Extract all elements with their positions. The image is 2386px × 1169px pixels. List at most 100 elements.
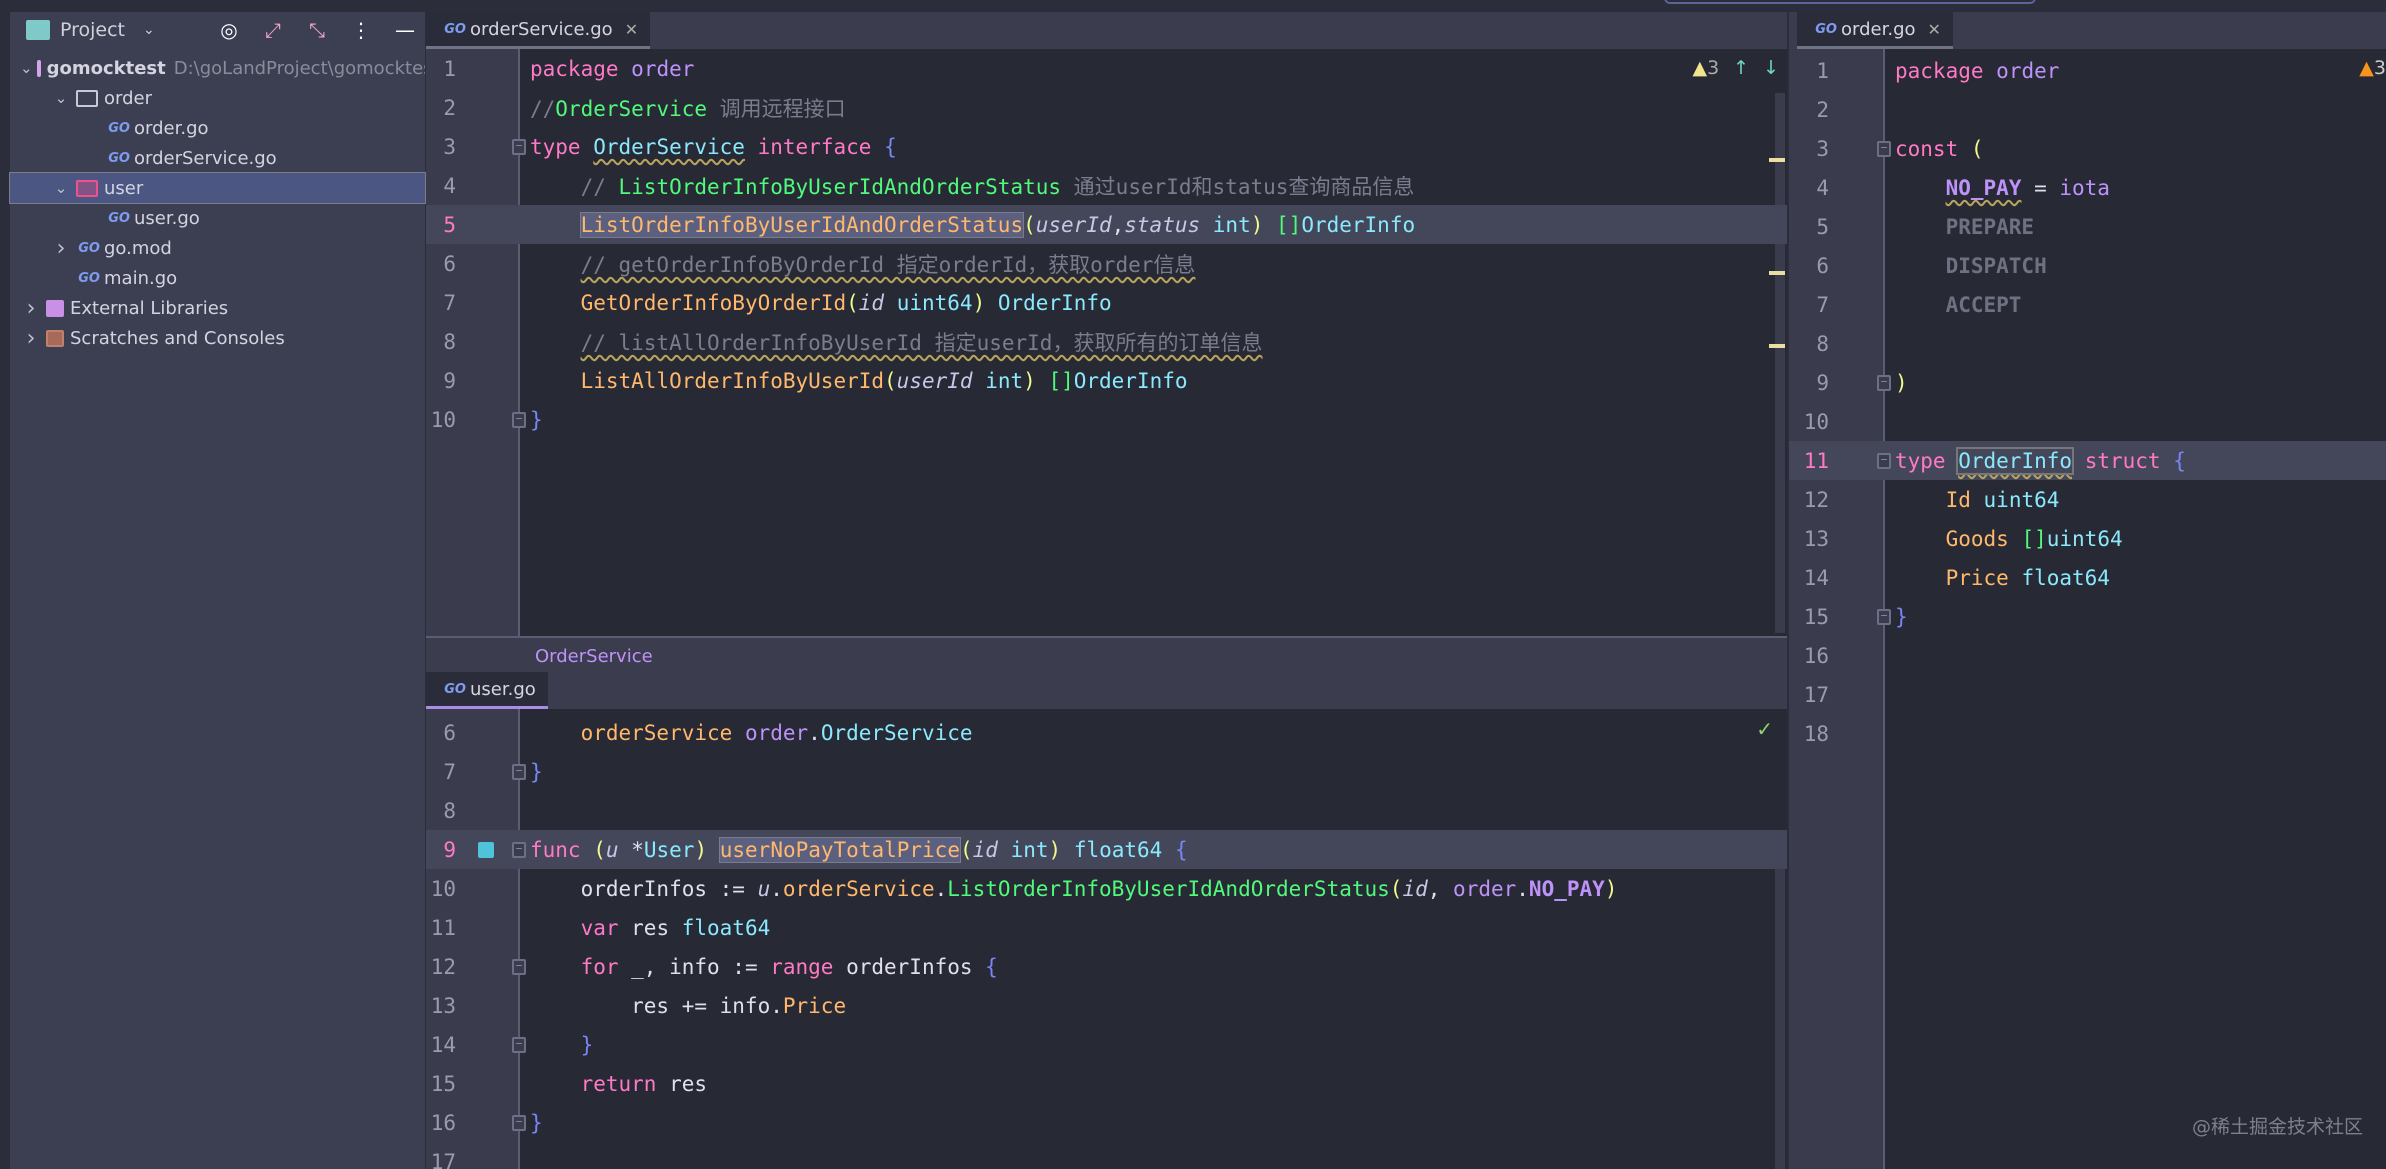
code-line[interactable]: 15 return res — [426, 1064, 1787, 1103]
code-line[interactable]: 12 − for _, info := range orderInfos { — [426, 947, 1787, 986]
code-line[interactable]: 8 — [426, 791, 1787, 830]
tab-user-go[interactable]: GO user.go — [426, 672, 548, 709]
fold-marker-icon[interactable]: − — [1877, 140, 1891, 157]
code-token: userNoPayTotalPrice — [718, 836, 961, 863]
breadcrumb-item[interactable]: OrderService — [535, 646, 653, 667]
editor-user-go[interactable]: ✓ 6 orderService order.OrderService 7−} 8 9… — [426, 709, 1787, 1169]
code-line[interactable]: 3 − const ( — [1789, 129, 2386, 168]
code-line[interactable]: 14 − } — [426, 1025, 1787, 1064]
tree-item-go-mod[interactable]: › GO go.mod — [10, 233, 425, 263]
code-text: //OrderService 调用远程接口 — [530, 93, 846, 123]
chevron-right-icon[interactable]: › — [50, 236, 72, 261]
code-line[interactable]: 11 − type OrderInfo struct { — [1789, 441, 2386, 480]
implements-icon[interactable] — [478, 841, 494, 858]
tree-item-orderservice-go[interactable]: GO orderService.go — [10, 143, 425, 173]
code-line[interactable]: 6 orderService order.OrderService — [426, 713, 1787, 752]
code-line[interactable]: 11 var res float64 — [426, 908, 1787, 947]
code-line[interactable]: 14 Price float64 — [1789, 558, 2386, 597]
code-line[interactable]: 17 — [426, 1142, 1787, 1169]
expand-icon[interactable]: ⤢ — [261, 18, 285, 42]
code-line[interactable]: 17 — [1789, 675, 2386, 714]
code-line[interactable]: 6 // getOrderInfoByOrderId 指定orderId，获取o… — [426, 244, 1787, 283]
tree-item-order-go[interactable]: GO order.go — [10, 113, 425, 143]
fold-marker-icon[interactable]: − — [512, 138, 526, 155]
code-line[interactable]: 7 −} — [426, 752, 1787, 791]
code-line[interactable]: 1 package order — [426, 49, 1787, 88]
code-line[interactable]: 13 res += info.Price — [426, 986, 1787, 1025]
code-line[interactable]: 16 −} — [426, 1103, 1787, 1142]
code-token: int — [1010, 837, 1049, 862]
fold-marker-icon[interactable]: − — [512, 411, 526, 428]
breadcrumb[interactable]: OrderService — [426, 636, 1787, 672]
tree-item-scratches-and-consoles[interactable]: › Scratches and Consoles — [10, 323, 425, 353]
tree-item-gomocktest[interactable]: ⌄ gomocktest D:\goLandProject\gomocktest — [10, 53, 425, 83]
tree-item-external-libraries[interactable]: › External Libraries — [10, 293, 425, 323]
chevron-down-icon[interactable]: ⌄ — [50, 89, 72, 107]
fold-marker-icon[interactable]: − — [1877, 452, 1891, 469]
code-line[interactable]: 4 // ListOrderInfoByUserIdAndOrderStatus… — [426, 166, 1787, 205]
code-line[interactable]: 2 — [1789, 90, 2386, 129]
editor-orderservice-go[interactable]: ▲3 ↑ ↓ 1 package order 2//OrderService 调用远… — [426, 49, 1787, 636]
collapse-icon[interactable]: ⤡ — [305, 18, 329, 42]
target-icon[interactable]: ◎ — [217, 18, 241, 42]
line-number: 13 — [430, 993, 456, 1018]
line-number: 13 — [1803, 526, 1829, 551]
code-line[interactable]: 5 PREPARE — [1789, 207, 2386, 246]
code-line[interactable]: 10 orderInfos := u.orderService.ListOrde… — [426, 869, 1787, 908]
tree-item-user-go[interactable]: GO user.go — [10, 203, 425, 233]
code-line[interactable]: 10 −} — [426, 400, 1787, 439]
code-text: Price float64 — [1895, 566, 2110, 590]
code-token: range — [770, 954, 834, 979]
hide-icon[interactable]: — — [393, 18, 417, 42]
chevron-down-icon[interactable]: ⌄ — [143, 22, 155, 38]
chevron-right-icon[interactable]: › — [20, 296, 42, 321]
more-icon[interactable]: ⋮ — [349, 18, 373, 42]
tree-item-main-go[interactable]: GO main.go — [10, 263, 425, 293]
code-line[interactable]: 7 GetOrderInfoByOrderId(id uint64) Order… — [426, 283, 1787, 322]
tree-item-label: External Libraries — [70, 297, 229, 319]
code-line[interactable]: 8 — [1789, 324, 2386, 363]
fold-marker-icon[interactable]: − — [1877, 608, 1891, 625]
code-line[interactable]: 9 ListAllOrderInfoByUserId(userId int) [… — [426, 361, 1787, 400]
fold-marker-icon[interactable]: − — [512, 958, 526, 975]
code-token: ( — [959, 837, 973, 862]
code-line[interactable]: 9 −) — [1789, 363, 2386, 402]
code-line[interactable]: 4 NO_PAY = iota — [1789, 168, 2386, 207]
code-line[interactable]: 1 package order — [1789, 51, 2386, 90]
tab-order-go[interactable]: GO order.go ✕ — [1797, 12, 1953, 49]
code-line[interactable]: 13 Goods []uint64 — [1789, 519, 2386, 558]
chevron-right-icon[interactable]: › — [20, 326, 42, 351]
code-token: } — [580, 1032, 594, 1057]
code-line[interactable]: 12 Id uint64 — [1789, 480, 2386, 519]
code-token: ) — [1048, 837, 1062, 862]
code-line[interactable]: 6 DISPATCH — [1789, 246, 2386, 285]
tab-orderservice-go[interactable]: GO orderService.go ✕ — [426, 12, 651, 49]
code-line[interactable]: 16 — [1789, 636, 2386, 675]
fold-marker-icon[interactable]: − — [1877, 374, 1891, 391]
code-line[interactable]: 3 − type OrderService interface { — [426, 127, 1787, 166]
code-token: // getOrderInfoByOrderId 指定orderId，获取ord… — [580, 252, 1196, 277]
code-line[interactable]: 2 //OrderService 调用远程接口 — [426, 88, 1787, 127]
fold-marker-icon[interactable]: − — [512, 841, 526, 858]
search-box[interactable] — [1664, 0, 2036, 4]
fold-marker-icon[interactable]: − — [512, 1114, 526, 1131]
code-line[interactable]: 7 ACCEPT — [1789, 285, 2386, 324]
fold-marker-icon[interactable]: − — [512, 763, 526, 780]
code-line[interactable]: 5 ListOrderInfoByUserIdAndOrderStatus(us… — [426, 205, 1787, 244]
project-panel: Project ⌄ ◎ ⤢ ⤡ ⋮ — ⌄ gomocktest D:\goLand… — [9, 12, 426, 1169]
close-icon[interactable]: ✕ — [1928, 20, 1941, 39]
tree-item-order[interactable]: ⌄ order — [10, 83, 425, 113]
chevron-down-icon[interactable]: ⌄ — [50, 179, 72, 197]
code-line[interactable]: 18 — [1789, 714, 2386, 753]
tree-item-user[interactable]: ⌄ user — [9, 172, 426, 204]
editor-order-go[interactable]: ▲3 1 package order 2 3− const (4 NO_PAY = io… — [1789, 49, 2386, 1169]
code-line[interactable]: 9 − func (u *User) userNoPayTotalPrice(id … — [426, 830, 1787, 869]
code-line[interactable]: 15 −} — [1789, 597, 2386, 636]
chevron-down-icon[interactable]: ⌄ — [20, 59, 33, 77]
close-icon[interactable]: ✕ — [625, 20, 638, 39]
code-line[interactable]: 10 — [1789, 402, 2386, 441]
code-line[interactable]: 8 // listAllOrderInfoByUserId 指定userId，获… — [426, 322, 1787, 361]
fold-marker-icon[interactable]: − — [512, 1036, 526, 1053]
